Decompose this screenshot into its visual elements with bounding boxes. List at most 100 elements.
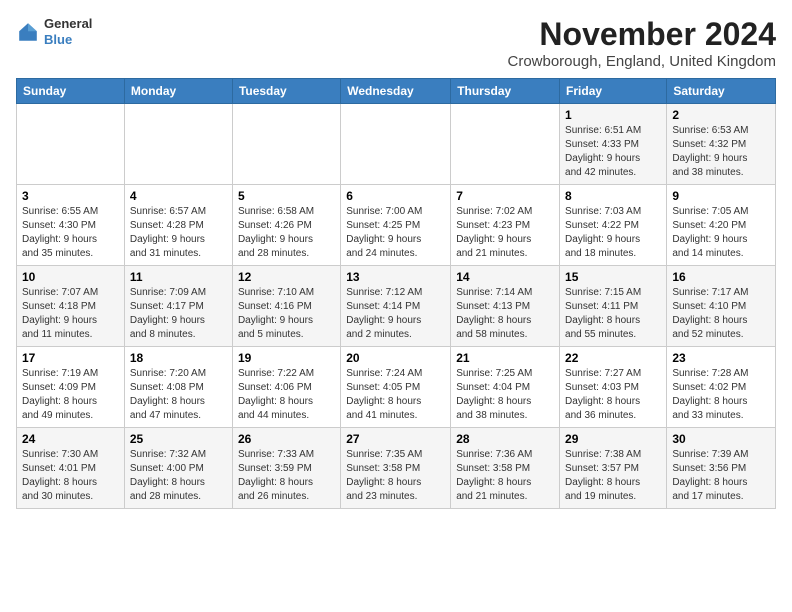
logo-icon	[16, 20, 40, 44]
day-number: 26	[238, 432, 335, 446]
day-number: 13	[346, 270, 445, 284]
day-info: Sunrise: 7:38 AM Sunset: 3:57 PM Dayligh…	[565, 448, 661, 504]
day-info: Sunrise: 6:55 AM Sunset: 4:30 PM Dayligh…	[22, 205, 119, 261]
day-info: Sunrise: 7:24 AM Sunset: 4:05 PM Dayligh…	[346, 367, 445, 423]
day-number: 9	[672, 189, 770, 203]
day-number: 11	[130, 270, 227, 284]
col-tuesday: Tuesday	[232, 79, 340, 104]
table-cell: 4 Sunrise: 6:57 AM Sunset: 4:28 PM Daylig…	[124, 185, 232, 266]
day-info: Sunrise: 7:14 AM Sunset: 4:13 PM Dayligh…	[456, 286, 554, 342]
day-info: Sunrise: 7:05 AM Sunset: 4:20 PM Dayligh…	[672, 205, 770, 261]
day-number: 17	[22, 351, 119, 365]
col-wednesday: Wednesday	[341, 79, 451, 104]
day-info: Sunrise: 7:09 AM Sunset: 4:17 PM Dayligh…	[130, 286, 227, 342]
table-cell: 29Sunrise: 7:38 AM Sunset: 3:57 PM Dayli…	[560, 428, 667, 509]
day-info: Sunrise: 7:10 AM Sunset: 4:16 PM Dayligh…	[238, 286, 335, 342]
logo: General Blue	[16, 16, 92, 47]
table-cell: 10Sunrise: 7:07 AM Sunset: 4:18 PM Dayli…	[17, 266, 125, 347]
calendar-week-5: 24Sunrise: 7:30 AM Sunset: 4:01 PM Dayli…	[17, 428, 776, 509]
table-cell: 20 Sunrise: 7:24 AM Sunset: 4:05 PM Dayli…	[341, 347, 451, 428]
day-info: Sunrise: 7:36 AM Sunset: 3:58 PM Dayligh…	[456, 448, 554, 504]
table-cell	[451, 104, 560, 185]
day-number: 3	[22, 189, 119, 203]
day-info: Sunrise: 7:19 AM Sunset: 4:09 PM Dayligh…	[22, 367, 119, 423]
table-cell: 23Sunrise: 7:28 AM Sunset: 4:02 PM Dayli…	[667, 347, 776, 428]
col-monday: Monday	[124, 79, 232, 104]
location-text: Crowborough, England, United Kingdom	[508, 53, 777, 70]
table-cell: 8 Sunrise: 7:03 AM Sunset: 4:22 PM Daylig…	[560, 185, 667, 266]
day-info: Sunrise: 7:12 AM Sunset: 4:14 PM Dayligh…	[346, 286, 445, 342]
table-cell: 2Sunrise: 6:53 AM Sunset: 4:32 PM Daylig…	[667, 104, 776, 185]
day-info: Sunrise: 7:02 AM Sunset: 4:23 PM Dayligh…	[456, 205, 554, 261]
day-number: 27	[346, 432, 445, 446]
page-header: General Blue November 2024 Crowborough, …	[16, 16, 776, 70]
table-cell	[17, 104, 125, 185]
calendar-week-4: 17 Sunrise: 7:19 AM Sunset: 4:09 PM Dayli…	[17, 347, 776, 428]
day-number: 22	[565, 351, 661, 365]
day-number: 8	[565, 189, 661, 203]
table-cell: 6Sunrise: 7:00 AM Sunset: 4:25 PM Daylig…	[341, 185, 451, 266]
day-info: Sunrise: 7:35 AM Sunset: 3:58 PM Dayligh…	[346, 448, 445, 504]
day-info: Sunrise: 6:51 AM Sunset: 4:33 PM Dayligh…	[565, 124, 661, 180]
table-cell: 21 Sunrise: 7:25 AM Sunset: 4:04 PM Dayli…	[451, 347, 560, 428]
table-cell: 28 Sunrise: 7:36 AM Sunset: 3:58 PM Dayli…	[451, 428, 560, 509]
day-info: Sunrise: 7:15 AM Sunset: 4:11 PM Dayligh…	[565, 286, 661, 342]
day-number: 16	[672, 270, 770, 284]
day-number: 24	[22, 432, 119, 446]
day-number: 15	[565, 270, 661, 284]
table-cell: 11 Sunrise: 7:09 AM Sunset: 4:17 PM Dayli…	[124, 266, 232, 347]
day-info: Sunrise: 7:20 AM Sunset: 4:08 PM Dayligh…	[130, 367, 227, 423]
calendar-header-row: Sunday Monday Tuesday Wednesday Thursday…	[17, 79, 776, 104]
day-info: Sunrise: 7:33 AM Sunset: 3:59 PM Dayligh…	[238, 448, 335, 504]
day-number: 30	[672, 432, 770, 446]
day-number: 4	[130, 189, 227, 203]
day-number: 1	[565, 108, 661, 122]
day-info: Sunrise: 7:27 AM Sunset: 4:03 PM Dayligh…	[565, 367, 661, 423]
day-number: 12	[238, 270, 335, 284]
table-cell: 24Sunrise: 7:30 AM Sunset: 4:01 PM Dayli…	[17, 428, 125, 509]
table-cell: 5 Sunrise: 6:58 AM Sunset: 4:26 PM Daylig…	[232, 185, 340, 266]
table-cell: 12 Sunrise: 7:10 AM Sunset: 4:16 PM Dayli…	[232, 266, 340, 347]
day-info: Sunrise: 7:28 AM Sunset: 4:02 PM Dayligh…	[672, 367, 770, 423]
day-info: Sunrise: 6:57 AM Sunset: 4:28 PM Dayligh…	[130, 205, 227, 261]
table-cell: 18 Sunrise: 7:20 AM Sunset: 4:08 PM Dayli…	[124, 347, 232, 428]
day-number: 19	[238, 351, 335, 365]
day-info: Sunrise: 7:25 AM Sunset: 4:04 PM Dayligh…	[456, 367, 554, 423]
day-info: Sunrise: 7:39 AM Sunset: 3:56 PM Dayligh…	[672, 448, 770, 504]
col-saturday: Saturday	[667, 79, 776, 104]
calendar-week-1: 1 Sunrise: 6:51 AM Sunset: 4:33 PM Daylig…	[17, 104, 776, 185]
table-cell: 13 Sunrise: 7:12 AM Sunset: 4:14 PM Dayli…	[341, 266, 451, 347]
day-number: 25	[130, 432, 227, 446]
day-number: 28	[456, 432, 554, 446]
title-block: November 2024 Crowborough, England, Unit…	[508, 16, 777, 70]
day-info: Sunrise: 7:32 AM Sunset: 4:00 PM Dayligh…	[130, 448, 227, 504]
table-cell: 7 Sunrise: 7:02 AM Sunset: 4:23 PM Daylig…	[451, 185, 560, 266]
day-info: Sunrise: 7:17 AM Sunset: 4:10 PM Dayligh…	[672, 286, 770, 342]
table-cell	[341, 104, 451, 185]
table-cell	[232, 104, 340, 185]
day-number: 2	[672, 108, 770, 122]
day-number: 5	[238, 189, 335, 203]
table-cell: 22 Sunrise: 7:27 AM Sunset: 4:03 PM Dayli…	[560, 347, 667, 428]
day-number: 21	[456, 351, 554, 365]
table-cell: 3 Sunrise: 6:55 AM Sunset: 4:30 PM Daylig…	[17, 185, 125, 266]
logo-general-text: General	[44, 16, 92, 32]
col-thursday: Thursday	[451, 79, 560, 104]
col-friday: Friday	[560, 79, 667, 104]
day-number: 7	[456, 189, 554, 203]
day-number: 6	[346, 189, 445, 203]
table-cell: 19 Sunrise: 7:22 AM Sunset: 4:06 PM Dayli…	[232, 347, 340, 428]
table-cell: 30 Sunrise: 7:39 AM Sunset: 3:56 PM Dayli…	[667, 428, 776, 509]
day-info: Sunrise: 7:07 AM Sunset: 4:18 PM Dayligh…	[22, 286, 119, 342]
table-cell: 26 Sunrise: 7:33 AM Sunset: 3:59 PM Dayli…	[232, 428, 340, 509]
day-info: Sunrise: 6:58 AM Sunset: 4:26 PM Dayligh…	[238, 205, 335, 261]
day-number: 18	[130, 351, 227, 365]
day-number: 14	[456, 270, 554, 284]
table-cell: 15 Sunrise: 7:15 AM Sunset: 4:11 PM Dayli…	[560, 266, 667, 347]
table-cell: 27 Sunrise: 7:35 AM Sunset: 3:58 PM Dayli…	[341, 428, 451, 509]
day-number: 20	[346, 351, 445, 365]
day-info: Sunrise: 7:22 AM Sunset: 4:06 PM Dayligh…	[238, 367, 335, 423]
table-cell: 16 Sunrise: 7:17 AM Sunset: 4:10 PM Dayli…	[667, 266, 776, 347]
day-info: Sunrise: 7:03 AM Sunset: 4:22 PM Dayligh…	[565, 205, 661, 261]
table-cell: 14 Sunrise: 7:14 AM Sunset: 4:13 PM Dayli…	[451, 266, 560, 347]
